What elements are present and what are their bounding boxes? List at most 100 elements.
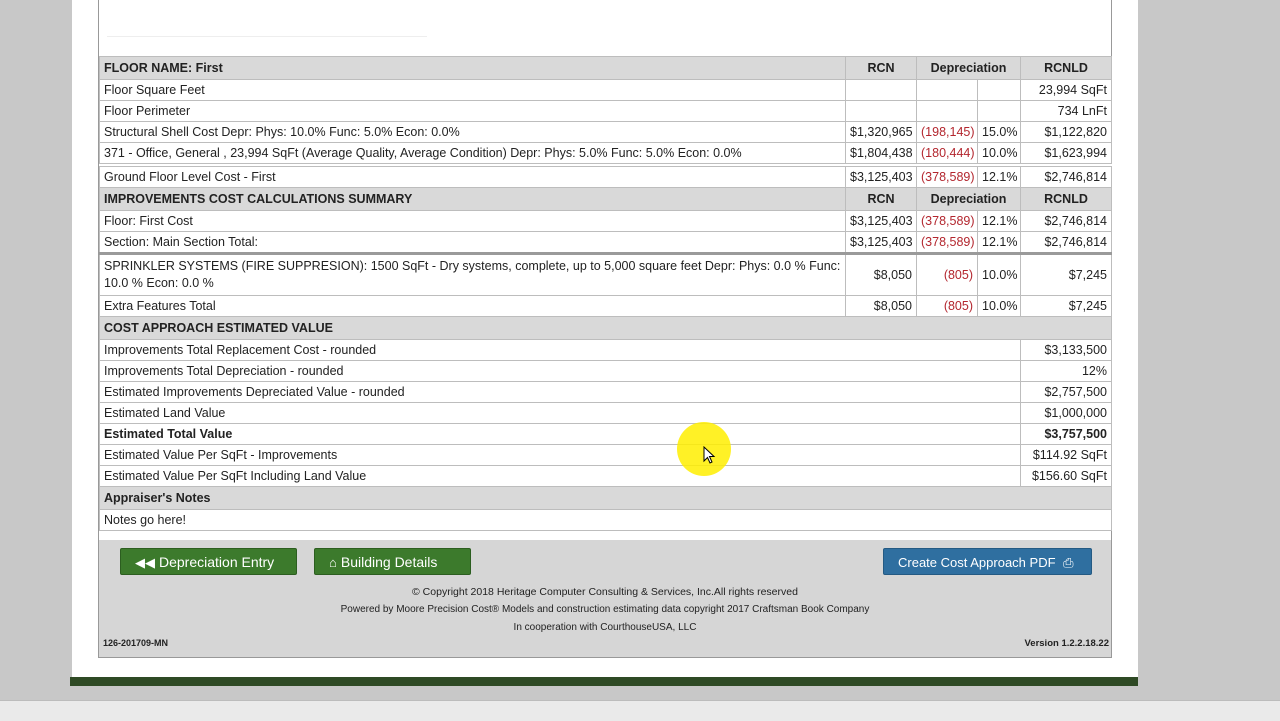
rcn-heading: RCN <box>845 56 917 80</box>
building-details-button[interactable]: ⌂ Building Details <box>314 548 471 575</box>
double-left-arrow-icon: ◀◀ <box>135 555 155 570</box>
cost-approach-heading: COST APPROACH ESTIMATED VALUE <box>99 316 1112 340</box>
row-label: SPRINKLER SYSTEMS (FIRE SUPPRESION): 150… <box>99 252 846 296</box>
row-label: 371 - Office, General , 23,994 SqFt (Ave… <box>99 142 846 164</box>
home-icon: ⌂ <box>329 555 337 570</box>
row-rcnld: 23,994 SqFt <box>1020 79 1112 101</box>
row-rcn: $1,804,438 <box>845 142 917 164</box>
row-rcnld: $2,746,814 <box>1020 231 1112 254</box>
table-row: Floor Perimeter 734 LnFt <box>99 100 1112 122</box>
row-rcn: $3,125,403 <box>845 231 917 254</box>
row-depreciation <box>916 100 978 122</box>
notes-heading: Appraiser's Notes <box>99 486 1112 510</box>
notes-text: Notes go here! <box>99 509 1112 531</box>
row-rcn <box>845 100 917 122</box>
table-row: Estimated Land Value $1,000,000 <box>99 402 1112 424</box>
row-rcn: $8,050 <box>845 295 917 317</box>
ground-floor-row: Ground Floor Level Cost - First $3,125,4… <box>99 166 1112 188</box>
row-label: Estimated Improvements Depreciated Value… <box>99 381 1021 403</box>
page-bottom-bar <box>70 677 1138 686</box>
row-depreciation: (378,589) <box>916 166 978 188</box>
row-rcn: $8,050 <box>845 252 917 296</box>
row-percent: 12.1% <box>977 166 1021 188</box>
row-rcn: $1,320,965 <box>845 121 917 143</box>
row-label: Improvements Total Replacement Cost - ro… <box>99 339 1021 361</box>
row-rcnld: $2,746,814 <box>1020 210 1112 232</box>
cost-report-frame: FLOOR NAME: First RCN Depreciation RCNLD… <box>98 0 1112 658</box>
row-rcnld: $7,245 <box>1020 252 1112 296</box>
row-rcnld: $1,623,994 <box>1020 142 1112 164</box>
row-percent: 10.0% <box>977 252 1021 296</box>
row-label: Structural Shell Cost Depr: Phys: 10.0% … <box>99 121 846 143</box>
version-text: Version 1.2.2.18.22 <box>1024 638 1109 649</box>
row-value: $114.92 SqFt <box>1020 444 1112 466</box>
printer-icon: ⎙ <box>1063 555 1074 570</box>
notes-row: Notes go here! <box>99 509 1112 531</box>
create-pdf-label: Create Cost Approach PDF <box>898 555 1056 570</box>
row-label: Floor Square Feet <box>99 79 846 101</box>
building-details-label: Building Details <box>340 554 438 570</box>
row-label: Floor: First Cost <box>99 210 846 232</box>
floor-name-heading: FLOOR NAME: First <box>99 56 846 80</box>
row-value: $1,000,000 <box>1020 402 1112 424</box>
cost-table: FLOOR NAME: First RCN Depreciation RCNLD… <box>99 56 1112 531</box>
row-percent: 12.1% <box>977 231 1021 254</box>
row-value: $2,757,500 <box>1020 381 1112 403</box>
row-label: Extra Features Total <box>99 295 846 317</box>
table-row: Estimated Value Per SqFt Including Land … <box>99 465 1112 487</box>
table-row: Structural Shell Cost Depr: Phys: 10.0% … <box>99 121 1112 143</box>
powered-by-text: Powered by Moore Precision Cost® Models … <box>340 604 870 615</box>
table-row: 371 - Office, General , 23,994 SqFt (Ave… <box>99 142 1112 164</box>
row-rcn: $3,125,403 <box>845 210 917 232</box>
table-row: Improvements Total Replacement Cost - ro… <box>99 339 1112 361</box>
row-label: Estimated Land Value <box>99 402 1021 424</box>
extra-features-row: Extra Features Total $8,050 (805) 10.0% … <box>99 295 1112 317</box>
row-value: 12% <box>1020 360 1112 382</box>
row-percent: 15.0% <box>977 121 1021 143</box>
action-bar: ◀◀ Depreciation Entry ⌂ Building Details C… <box>99 540 1111 580</box>
row-value: $3,133,500 <box>1020 339 1112 361</box>
row-label: Estimated Value Per SqFt - Improvements <box>99 444 1021 466</box>
rcnld-heading: RCNLD <box>1020 56 1112 80</box>
row-rcnld: $7,245 <box>1020 295 1112 317</box>
create-pdf-button[interactable]: Create Cost Approach PDF ⎙ <box>883 548 1092 575</box>
row-label: Ground Floor Level Cost - First <box>99 166 846 188</box>
row-depreciation: (805) <box>916 295 978 317</box>
notes-header-row: Appraiser's Notes <box>99 486 1112 510</box>
row-percent: 10.0% <box>977 142 1021 164</box>
row-percent <box>977 79 1021 101</box>
window-bottom-strip <box>0 700 1280 721</box>
record-id: 126-201709-MN <box>103 638 169 648</box>
row-rcnld: $2,746,814 <box>1020 166 1112 188</box>
summary-heading: IMPROVEMENTS COST CALCULATIONS SUMMARY <box>99 187 846 211</box>
row-label: Estimated Total Value <box>99 423 1021 445</box>
table-row: Improvements Total Depreciation - rounde… <box>99 360 1112 382</box>
depreciation-entry-button[interactable]: ◀◀ Depreciation Entry <box>120 548 297 575</box>
row-value: $156.60 SqFt <box>1020 465 1112 487</box>
row-depreciation: (378,589) <box>916 231 978 254</box>
row-depreciation <box>916 79 978 101</box>
depreciation-heading: Depreciation <box>916 56 1021 80</box>
sprinkler-row: SPRINKLER SYSTEMS (FIRE SUPPRESION): 150… <box>99 252 1112 296</box>
rcn-heading: RCN <box>845 187 917 211</box>
total-value-row: Estimated Total Value $3,757,500 <box>99 423 1112 445</box>
row-depreciation: (805) <box>916 252 978 296</box>
table-row: Estimated Value Per SqFt - Improvements … <box>99 444 1112 466</box>
table-row: Floor Square Feet 23,994 SqFt <box>99 79 1112 101</box>
row-label: Floor Perimeter <box>99 100 846 122</box>
row-rcn: $3,125,403 <box>845 166 917 188</box>
page-footer: © Copyright 2018 Heritage Computer Consu… <box>99 580 1111 657</box>
row-depreciation: (378,589) <box>916 210 978 232</box>
depreciation-heading: Depreciation <box>916 187 1021 211</box>
table-row: Floor: First Cost $3,125,403 (378,589) 1… <box>99 210 1112 232</box>
row-rcnld: 734 LnFt <box>1020 100 1112 122</box>
rcnld-heading: RCNLD <box>1020 187 1112 211</box>
row-value: $3,757,500 <box>1020 423 1112 445</box>
blank-area <box>107 0 427 37</box>
table-row: Section: Main Section Total: $3,125,403 … <box>99 231 1112 254</box>
row-depreciation: (198,145) <box>916 121 978 143</box>
summary-header-row: IMPROVEMENTS COST CALCULATIONS SUMMARY R… <box>99 187 1112 211</box>
table-row: Estimated Improvements Depreciated Value… <box>99 381 1112 403</box>
row-label: Improvements Total Depreciation - rounde… <box>99 360 1021 382</box>
copyright-text: © Copyright 2018 Heritage Computer Consu… <box>412 586 798 598</box>
